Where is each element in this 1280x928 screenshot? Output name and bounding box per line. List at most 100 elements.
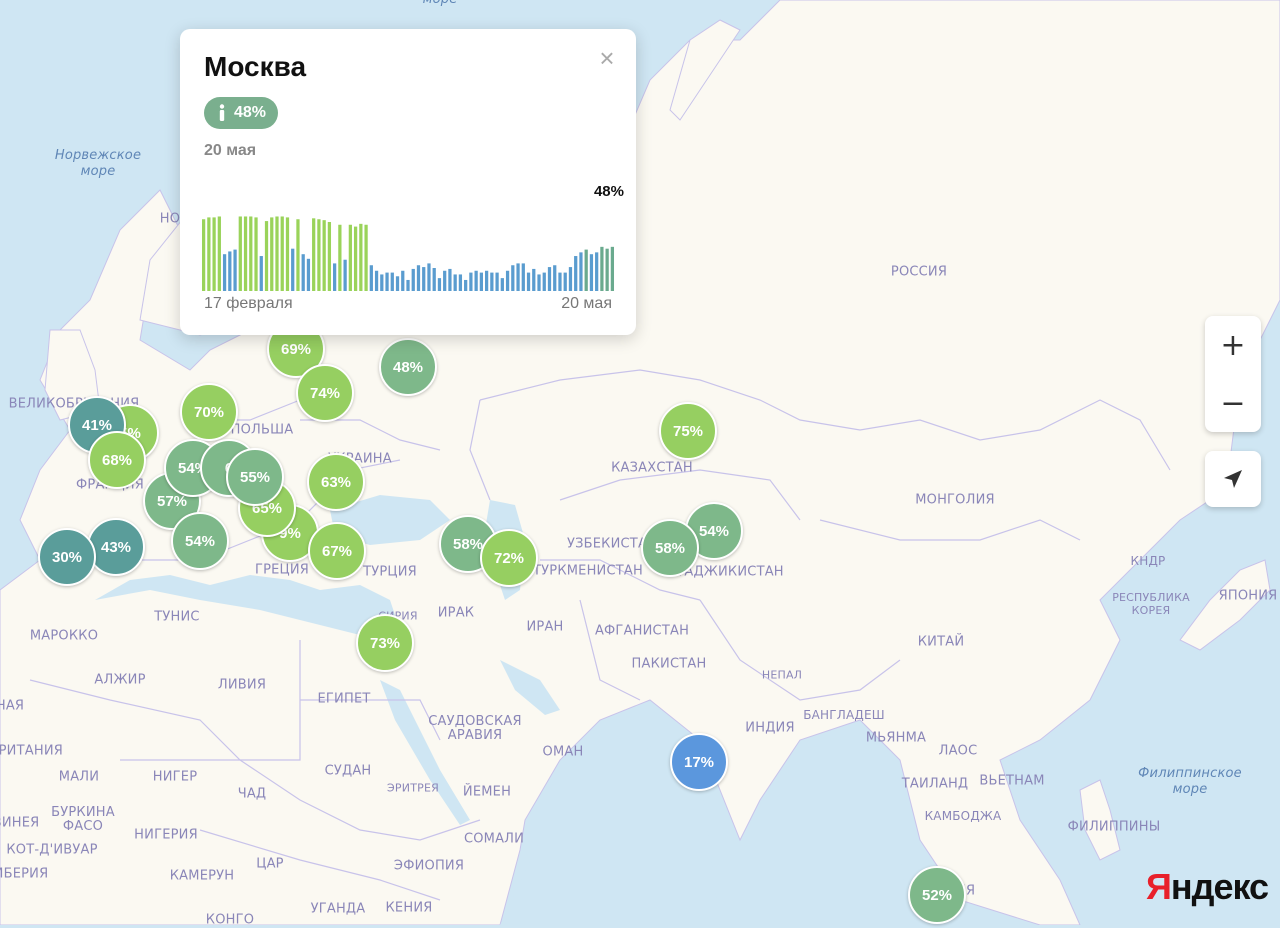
- chart-bar: [390, 272, 394, 291]
- chart-bar: [275, 216, 279, 291]
- region-marker[interactable]: 63%: [307, 453, 365, 511]
- country-label: КАЗАХСТАН: [611, 460, 693, 476]
- chart-bar: [228, 251, 232, 291]
- chart-bar: [285, 217, 290, 291]
- country-label: ТУНИС: [154, 609, 200, 625]
- country-label: ЛИВИЯ: [217, 677, 267, 693]
- sea-label: Филиппинское море: [1138, 766, 1242, 797]
- chart-last-value-label: 48%: [593, 183, 624, 200]
- chart-bar: [516, 263, 520, 291]
- city-popup: Москва × 48% 20 мая 48% 17 февраля 20 ма…: [180, 29, 636, 335]
- region-marker[interactable]: 72%: [480, 529, 538, 587]
- country-label: ЯПОНИЯ: [1218, 588, 1278, 604]
- chart-bar: [416, 265, 421, 291]
- zoom-in-button[interactable]: +: [1205, 316, 1261, 374]
- geolocation-button[interactable]: [1205, 451, 1261, 507]
- chart-bar: [270, 217, 274, 291]
- location-arrow-icon: [1224, 470, 1242, 488]
- chart-bar: [312, 218, 316, 291]
- country-label: ТАДЖИКИСТАН: [676, 564, 784, 580]
- country-label: КИТАЙ: [917, 634, 965, 650]
- chart-bar: [458, 274, 463, 291]
- chart-bar: [443, 270, 447, 291]
- chart-bar: [448, 268, 452, 291]
- chart-bar: [406, 279, 410, 291]
- region-marker[interactable]: 68%: [88, 431, 146, 489]
- region-marker[interactable]: 17%: [670, 733, 728, 791]
- chart-bar: [202, 219, 206, 291]
- region-marker[interactable]: 30%: [38, 528, 96, 586]
- country-label: АФГАНИСТАН: [594, 623, 690, 639]
- chart-bar: [547, 267, 552, 291]
- sea-label: Норвежское море: [54, 148, 142, 179]
- country-label: ИРАН: [526, 619, 564, 635]
- country-label: НИГЕРИЯ: [134, 827, 198, 843]
- chart-bar: [254, 217, 258, 291]
- chart-bar: [353, 226, 358, 291]
- country-label: УГАНДА: [310, 901, 366, 917]
- chart-bar: [542, 272, 546, 291]
- region-marker[interactable]: 58%: [641, 519, 699, 577]
- country-label: КОНГО: [205, 912, 255, 928]
- chart-bar: [317, 219, 321, 291]
- badge-value: 48%: [234, 104, 267, 121]
- chart-bar: [505, 270, 510, 291]
- chart-bar: [574, 256, 578, 291]
- chart-bar: [584, 249, 588, 291]
- chart-bar: [380, 274, 384, 291]
- region-marker[interactable]: 70%: [180, 383, 238, 441]
- country-label: МОНГОЛИЯ: [915, 492, 995, 508]
- country-label: ЕГИПЕТ: [317, 691, 371, 707]
- region-marker[interactable]: 52%: [908, 866, 966, 924]
- country-label: НИГЕР: [152, 769, 198, 785]
- chart-bar: [427, 263, 431, 291]
- country-label: ЛАОС: [938, 743, 978, 759]
- history-bar-chart: [202, 216, 615, 291]
- chart-bar: [296, 219, 300, 291]
- country-label: РОССИЯ: [890, 264, 948, 280]
- country-label: ЙЕМЕН: [462, 784, 512, 800]
- region-marker[interactable]: 67%: [308, 522, 366, 580]
- chart-bar: [280, 216, 284, 291]
- region-marker[interactable]: 48%: [379, 338, 437, 396]
- yandex-logo[interactable]: Яндекс: [1146, 866, 1269, 908]
- region-marker[interactable]: 73%: [356, 614, 414, 672]
- region-marker[interactable]: 43%: [87, 518, 145, 576]
- country-label: ПАКИСТАН: [631, 656, 707, 672]
- chart-bar: [610, 246, 615, 291]
- close-icon[interactable]: ×: [594, 45, 620, 71]
- chart-bar: [537, 274, 541, 291]
- chart-bar: [605, 248, 609, 291]
- country-label: ЛИБЕРИЯ: [0, 866, 49, 882]
- chart-bar: [264, 221, 269, 291]
- logo-rest: ндекс: [1170, 866, 1269, 907]
- chart-bar: [474, 270, 478, 291]
- country-label: МАЛИ: [58, 769, 100, 785]
- zoom-out-button[interactable]: −: [1205, 374, 1261, 432]
- country-label: ПОЛЬША: [230, 422, 294, 438]
- chart-bar: [469, 272, 473, 291]
- country-label: СУДАН: [324, 763, 372, 779]
- region-marker[interactable]: 55%: [226, 448, 284, 506]
- logo-first-letter: Я: [1146, 866, 1172, 907]
- chart-bar: [500, 278, 504, 291]
- region-marker[interactable]: 54%: [171, 512, 229, 570]
- chart-bar: [432, 268, 436, 291]
- region-marker[interactable]: 74%: [296, 364, 354, 422]
- chart-bar: [233, 249, 237, 291]
- chart-bar: [464, 279, 468, 291]
- country-label: НЕПАЛ: [761, 668, 803, 682]
- isolation-badge: 48%: [204, 97, 279, 129]
- country-label: БАНГЛАДЕШ: [803, 708, 885, 722]
- country-label: ТАИЛАНД: [901, 776, 969, 792]
- region-marker[interactable]: 75%: [659, 402, 717, 460]
- country-label: САУДОВСКАЯ АРАВИЯ: [428, 714, 522, 743]
- country-label: ИНДИЯ: [745, 720, 795, 736]
- chart-bar: [291, 248, 295, 291]
- country-label: АЛЖИР: [94, 672, 146, 688]
- chart-bar: [411, 268, 415, 291]
- chart-bar: [589, 254, 594, 291]
- chart-bar: [348, 224, 352, 291]
- chart-bar: [369, 265, 373, 291]
- country-label: НАЯ: [0, 698, 25, 714]
